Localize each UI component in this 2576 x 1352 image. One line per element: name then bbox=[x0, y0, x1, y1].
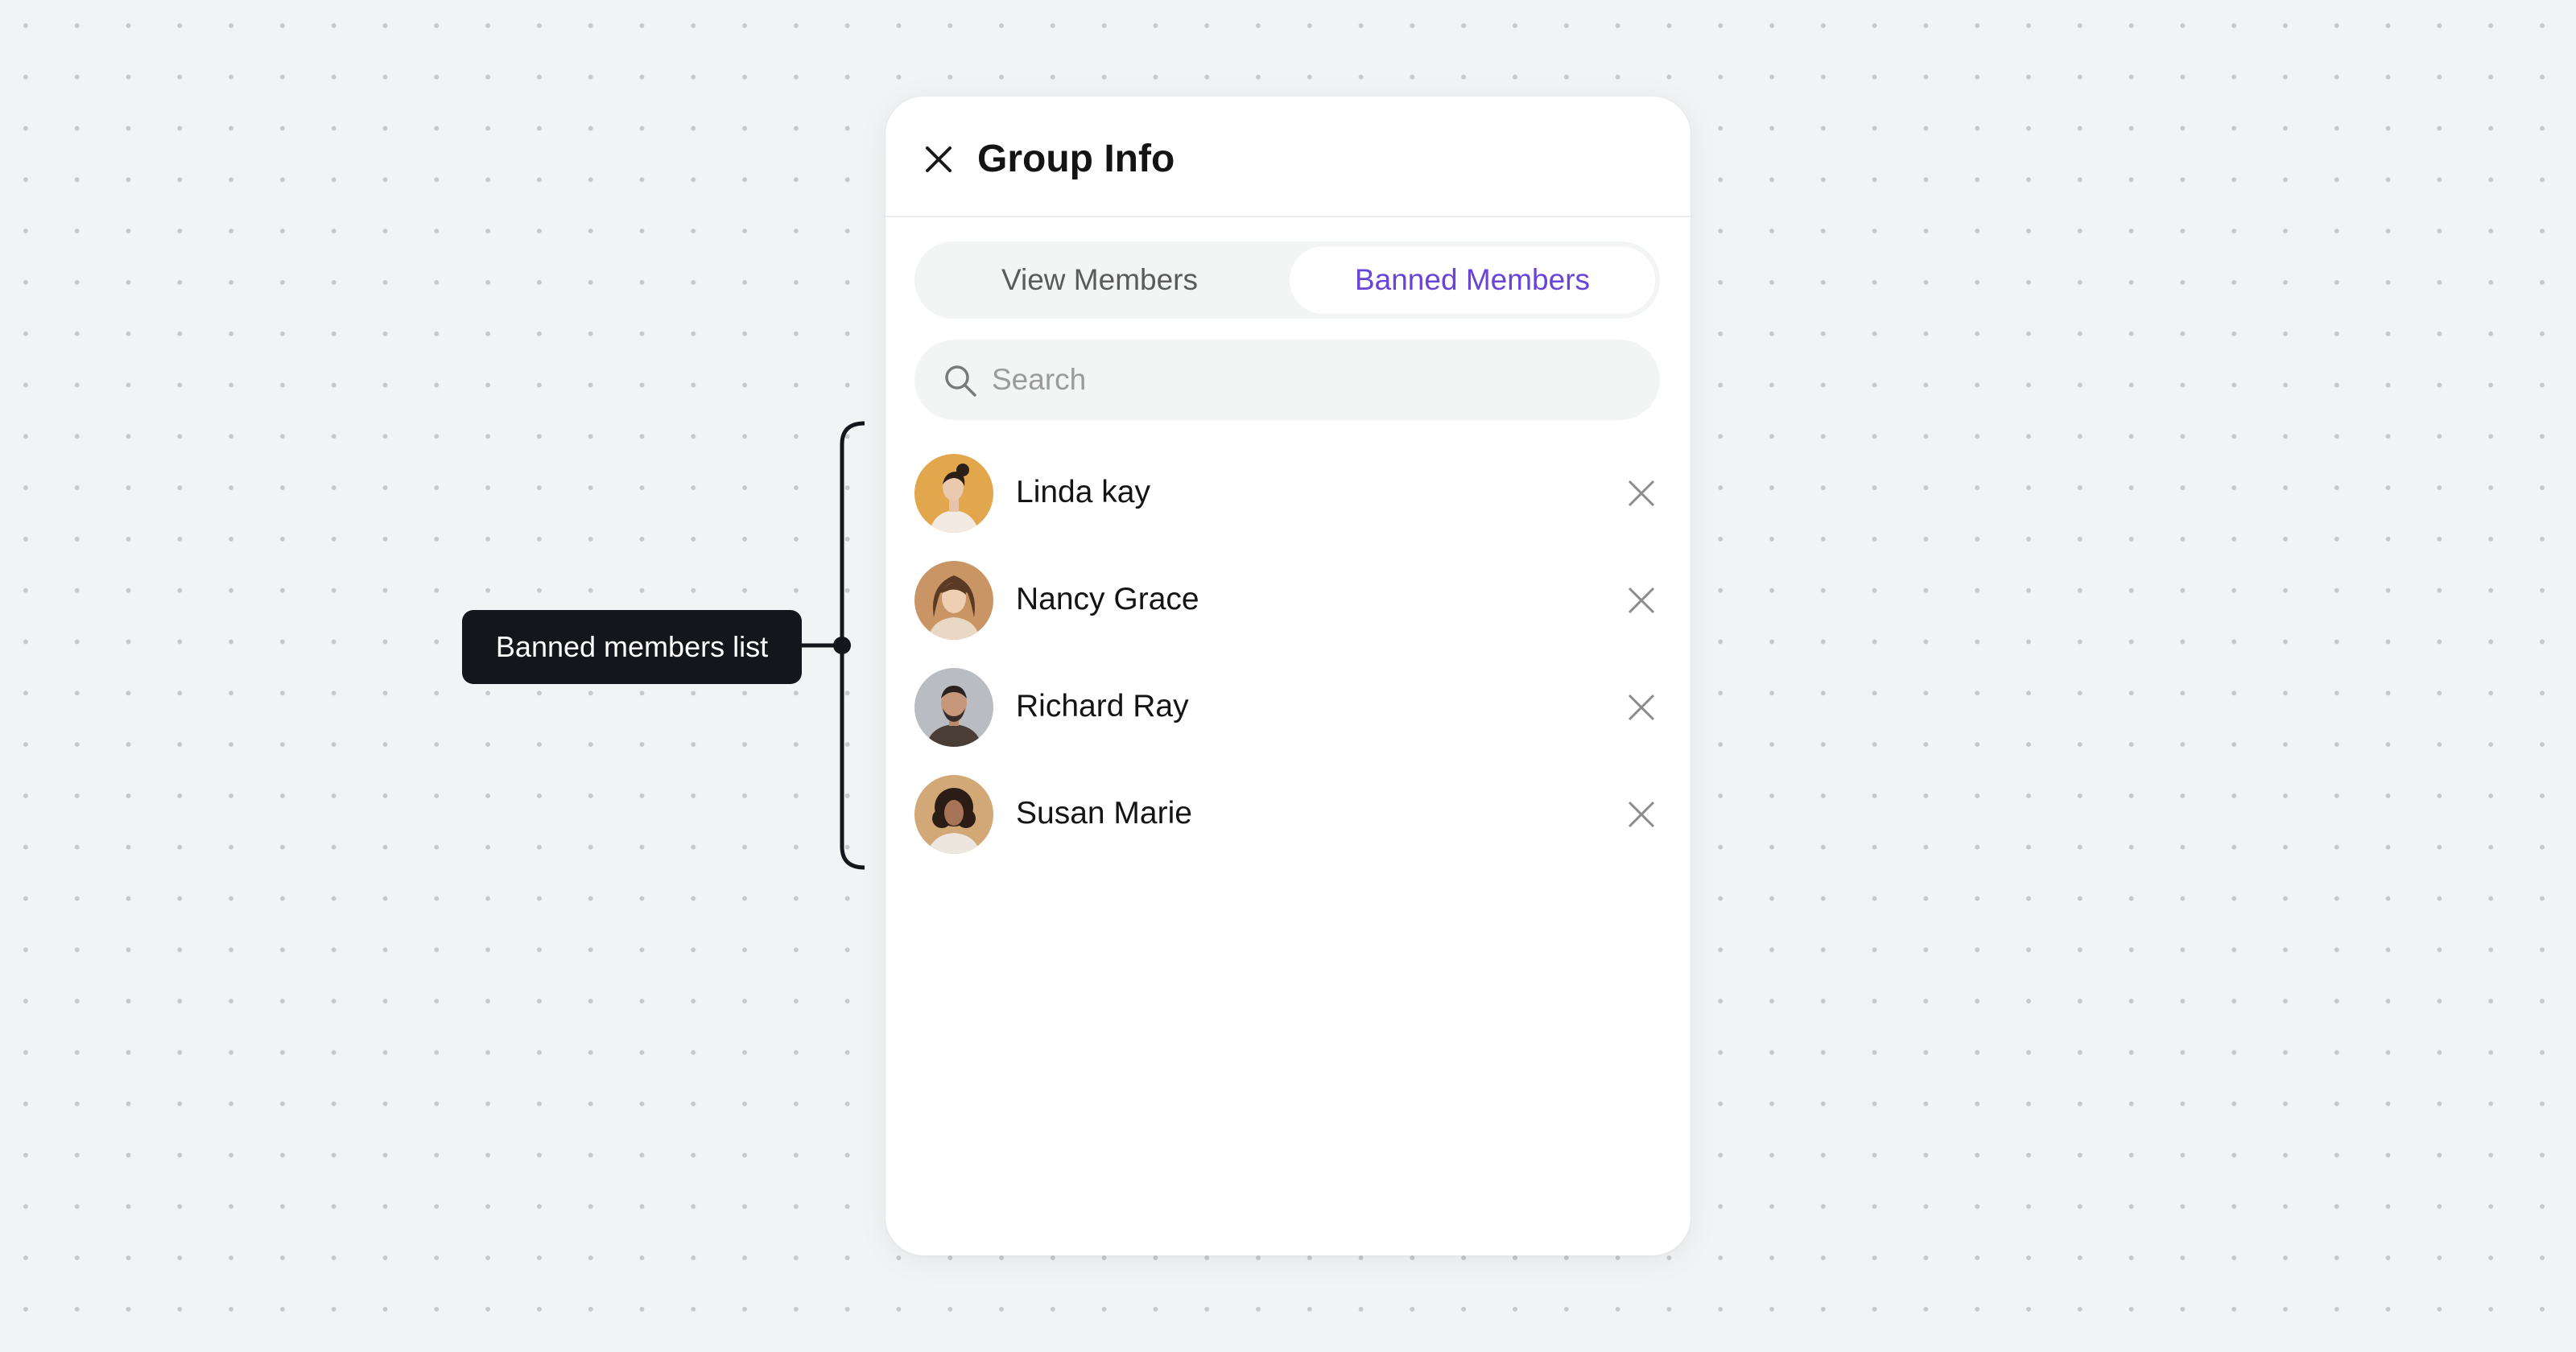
banned-members-list: Linda kay Nancy Grace Richard Ray Susan … bbox=[886, 439, 1690, 868]
annotation-bracket bbox=[802, 421, 865, 870]
search-input[interactable] bbox=[992, 340, 1620, 420]
member-name: Nancy Grace bbox=[1016, 582, 1199, 616]
list-item: Richard Ray bbox=[886, 653, 1690, 760]
panel-header: Group Info bbox=[886, 97, 1690, 217]
avatar bbox=[914, 454, 993, 533]
annotation-label: Banned members list bbox=[462, 610, 802, 684]
member-name: Richard Ray bbox=[1016, 689, 1189, 723]
list-item: Nancy Grace bbox=[886, 546, 1690, 653]
member-name: Linda kay bbox=[1016, 475, 1150, 509]
close-icon[interactable] bbox=[1623, 475, 1660, 512]
list-item: Susan Marie bbox=[886, 760, 1690, 868]
avatar bbox=[914, 668, 993, 747]
close-icon[interactable] bbox=[1623, 796, 1660, 833]
member-tabs: View Members Banned Members bbox=[914, 241, 1660, 319]
close-icon[interactable] bbox=[918, 138, 960, 180]
avatar bbox=[914, 561, 993, 640]
tab-view-members[interactable]: View Members bbox=[914, 241, 1285, 319]
avatar bbox=[914, 775, 993, 854]
close-icon[interactable] bbox=[1623, 582, 1660, 619]
search-bar[interactable] bbox=[914, 340, 1660, 420]
close-icon[interactable] bbox=[1623, 689, 1660, 726]
list-item: Linda kay bbox=[886, 439, 1690, 546]
group-info-panel: Group Info View Members Banned Members S… bbox=[886, 97, 1690, 1255]
tab-banned-members[interactable]: Banned Members bbox=[1290, 246, 1655, 314]
member-name: Susan Marie bbox=[1016, 796, 1192, 831]
search-icon bbox=[942, 362, 979, 399]
page-title: Group Info bbox=[977, 138, 1175, 180]
